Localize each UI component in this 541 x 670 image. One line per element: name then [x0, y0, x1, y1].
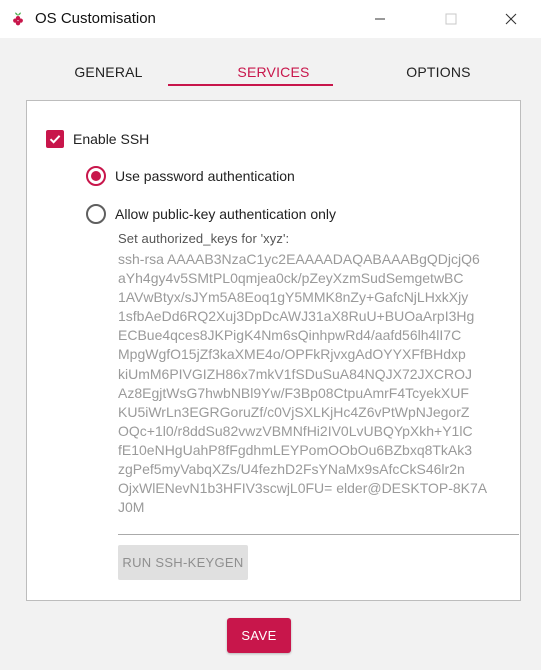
services-panel: Enable SSH Use password authentication A…: [26, 100, 521, 601]
tab-general[interactable]: GENERAL: [26, 48, 191, 96]
radio-selected-dot: [91, 171, 101, 181]
save-button[interactable]: SAVE: [227, 618, 291, 653]
maximize-icon: [445, 13, 457, 25]
close-button[interactable]: [488, 0, 534, 38]
minimize-icon: [375, 18, 385, 20]
tab-services[interactable]: SERVICES: [191, 48, 356, 96]
window-title: OS Customisation: [35, 10, 156, 27]
pubkey-auth-option[interactable]: Allow public-key authentication only: [86, 204, 336, 224]
pubkey-auth-label: Allow public-key authentication only: [115, 206, 337, 222]
raspberry-pi-icon: [10, 11, 26, 27]
authorized-keys-field: ssh-rsa AAAAB3NzaC1yc2EAAAADAQABAAABgQDj…: [118, 251, 488, 516]
minimize-button[interactable]: [357, 0, 403, 38]
password-auth-radio[interactable]: [86, 166, 106, 186]
password-auth-option[interactable]: Use password authentication: [86, 166, 295, 186]
tab-bar: GENERAL SERVICES OPTIONS: [26, 48, 520, 96]
title-bar: OS Customisation: [0, 0, 541, 38]
password-auth-label: Use password authentication: [115, 168, 295, 184]
enable-ssh-checkbox-row[interactable]: Enable SSH: [46, 130, 149, 148]
authorized-keys-label: Set authorized_keys for 'xyz':: [118, 231, 290, 246]
tab-options[interactable]: OPTIONS: [356, 48, 521, 96]
maximize-button[interactable]: [428, 0, 474, 38]
run-ssh-keygen-button: RUN SSH-KEYGEN: [118, 545, 248, 580]
enable-ssh-checkbox[interactable]: [46, 130, 64, 148]
pubkey-auth-radio[interactable]: [86, 204, 106, 224]
enable-ssh-label: Enable SSH: [73, 131, 150, 147]
dialog-body: GENERAL SERVICES OPTIONS Enable SSH Use …: [0, 38, 541, 670]
checkmark-icon: [49, 135, 61, 144]
active-tab-indicator: [168, 84, 333, 86]
authorized-keys-underline: [118, 534, 519, 535]
close-icon: [505, 13, 517, 25]
